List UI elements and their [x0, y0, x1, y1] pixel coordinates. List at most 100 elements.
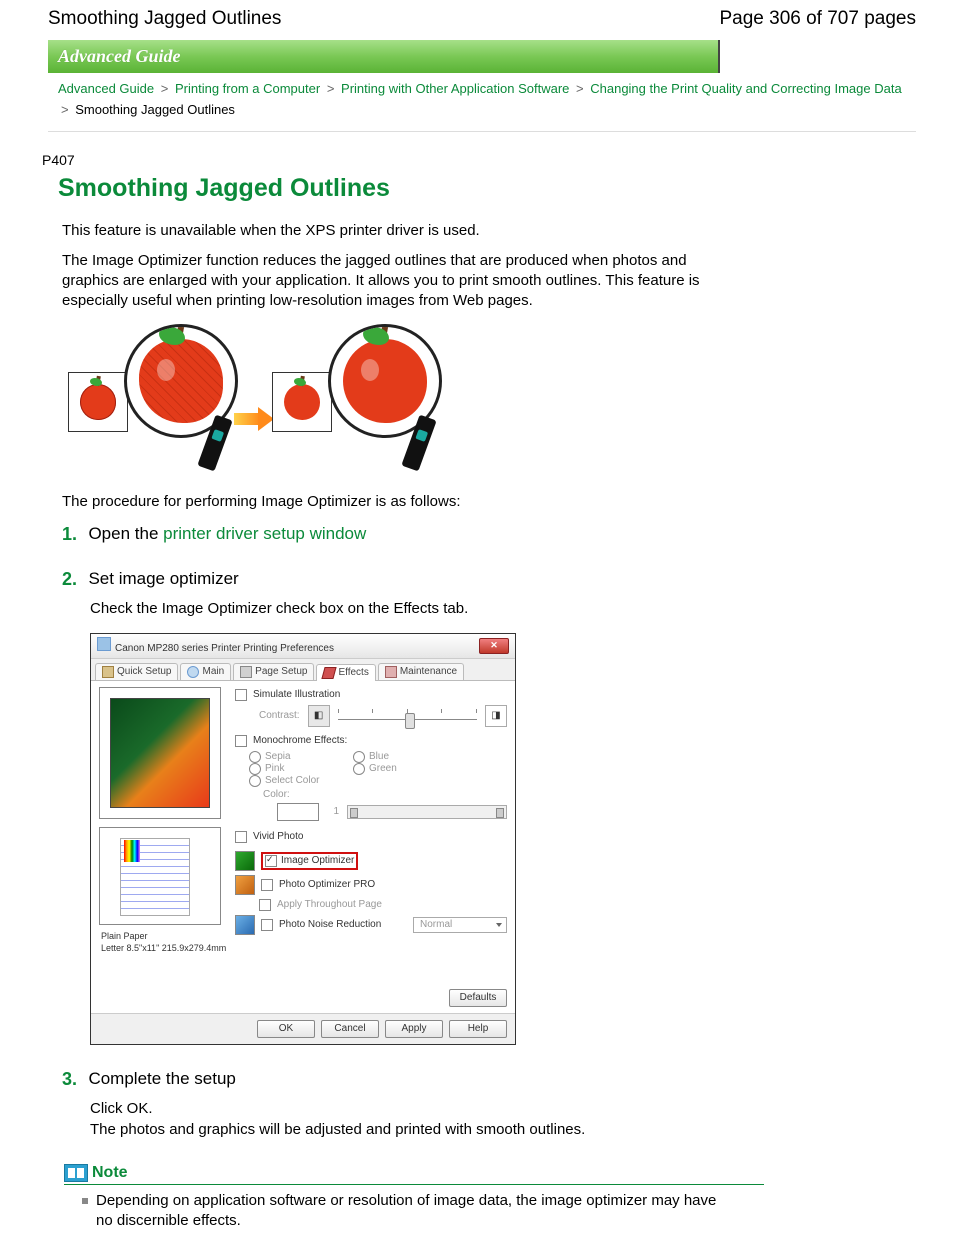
crumb-quality[interactable]: Changing the Print Quality and Correctin…	[590, 81, 901, 96]
tab-effects[interactable]: Effects	[316, 664, 375, 681]
crumb-current: Smoothing Jagged Outlines	[75, 102, 235, 117]
page-title: Smoothing Jagged Outlines	[58, 174, 916, 203]
tab-page-setup-label: Page Setup	[255, 666, 307, 678]
main-icon	[187, 666, 199, 678]
monochrome-effects-label: Monochrome Effects:	[253, 735, 347, 747]
tab-maintenance[interactable]: Maintenance	[378, 663, 464, 680]
tab-quick-setup-label: Quick Setup	[117, 666, 171, 678]
simulate-illustration-checkbox[interactable]	[235, 689, 247, 701]
image-optimizer-label: Image Optimizer	[281, 855, 354, 867]
tab-effects-label: Effects	[338, 667, 368, 679]
before-panel	[62, 324, 242, 474]
photo-optimizer-pro-label: Photo Optimizer PRO	[279, 879, 375, 891]
guide-banner: Advanced Guide	[48, 40, 720, 73]
step-3-number: 3.	[62, 1069, 84, 1090]
contrast-slider[interactable]	[338, 707, 477, 725]
color-label: Color:	[263, 789, 290, 800]
window-icon	[97, 637, 111, 651]
tab-bar: Quick Setup Main Page Setup Effects Main…	[91, 659, 515, 681]
pink-label: Pink	[265, 763, 284, 775]
crumb-advanced-guide[interactable]: Advanced Guide	[58, 81, 154, 96]
intro-paragraph-2: The Image Optimizer function reduces the…	[62, 251, 742, 312]
image-optimizer-icon	[235, 851, 255, 871]
intro-paragraph-1: This feature is unavailable when the XPS…	[62, 221, 742, 241]
page-setup-icon	[240, 666, 252, 678]
step-3-body-1: Click OK.	[90, 1098, 730, 1119]
color-swatch[interactable]	[277, 803, 319, 821]
tab-page-setup[interactable]: Page Setup	[233, 663, 314, 680]
preferences-dialog: Canon MP280 series Printer Printing Pref…	[90, 633, 516, 1045]
page-preview	[99, 827, 221, 925]
photo-noise-reduction-icon	[235, 915, 255, 935]
quick-setup-icon	[102, 666, 114, 678]
preview-image	[99, 687, 221, 819]
color-slider[interactable]	[347, 805, 507, 819]
image-optimizer-highlight: Image Optimizer	[261, 852, 358, 870]
procedures-intro: The procedure for performing Image Optim…	[62, 492, 742, 512]
tab-quick-setup[interactable]: Quick Setup	[95, 663, 178, 680]
effects-icon	[322, 667, 337, 679]
step-2: 2. Set image optimizer Check the Image O…	[62, 569, 916, 1045]
note-item: Depending on application software or res…	[82, 1191, 722, 1232]
crumb-sep: >	[327, 81, 335, 96]
cancel-button[interactable]: Cancel	[321, 1020, 379, 1038]
crumb-other-app[interactable]: Printing with Other Application Software	[341, 81, 569, 96]
step-3: 3. Complete the setup Click OK. The phot…	[62, 1069, 916, 1140]
photo-optimizer-pro-checkbox[interactable]	[261, 879, 273, 891]
tab-main-label: Main	[202, 666, 224, 678]
note-header: Note	[64, 1164, 764, 1185]
step-2-number: 2.	[62, 569, 84, 590]
defaults-button[interactable]: Defaults	[449, 989, 507, 1007]
doc-code: P407	[42, 152, 916, 168]
color-value: 1	[327, 806, 339, 818]
close-button[interactable]: ✕	[479, 638, 509, 654]
sepia-radio[interactable]	[249, 751, 261, 763]
note-title: Note	[92, 1164, 128, 1182]
tab-main[interactable]: Main	[180, 663, 231, 680]
apply-throughout-label: Apply Throughout Page	[277, 899, 382, 911]
crumb-printing-computer[interactable]: Printing from a Computer	[175, 81, 320, 96]
vivid-photo-checkbox[interactable]	[235, 831, 247, 843]
blue-radio[interactable]	[353, 751, 365, 763]
blue-label: Blue	[369, 751, 389, 763]
maintenance-icon	[385, 666, 397, 678]
noise-level-dropdown[interactable]: Normal	[413, 917, 507, 933]
step-1-number: 1.	[62, 524, 84, 545]
select-color-radio[interactable]	[249, 775, 261, 787]
contrast-low-icon: ◧	[308, 705, 330, 727]
photo-noise-reduction-checkbox[interactable]	[261, 919, 273, 931]
step-1: 1. Open the printer driver setup window	[62, 524, 916, 545]
printer-driver-setup-link[interactable]: printer driver setup window	[163, 524, 366, 543]
crumb-sep: >	[61, 102, 69, 117]
note-icon	[64, 1164, 88, 1182]
crumb-sep: >	[161, 81, 169, 96]
image-optimizer-checkbox[interactable]	[265, 855, 277, 867]
tab-maintenance-label: Maintenance	[400, 666, 457, 678]
simulate-illustration-label: Simulate Illustration	[253, 689, 340, 701]
step-1-text: Open the	[88, 524, 163, 543]
doc-header-title: Smoothing Jagged Outlines	[48, 8, 281, 30]
monochrome-effects-checkbox[interactable]	[235, 735, 247, 747]
crumb-sep: >	[576, 81, 584, 96]
ok-button[interactable]: OK	[257, 1020, 315, 1038]
step-2-body: Check the Image Optimizer check box on t…	[90, 598, 730, 619]
photo-noise-reduction-label: Photo Noise Reduction	[279, 919, 381, 931]
apply-button[interactable]: Apply	[385, 1020, 443, 1038]
help-button[interactable]: Help	[449, 1020, 507, 1038]
step-3-title: Complete the setup	[88, 1069, 235, 1088]
window-title: Canon MP280 series Printer Printing Pref…	[115, 643, 334, 654]
after-panel	[266, 324, 446, 474]
photo-optimizer-pro-icon	[235, 875, 255, 895]
sepia-label: Sepia	[265, 751, 291, 763]
pink-radio[interactable]	[249, 763, 261, 775]
media-type: Plain Paper	[101, 931, 227, 943]
step-3-body-2: The photos and graphics will be adjusted…	[90, 1119, 730, 1140]
vivid-photo-label: Vivid Photo	[253, 831, 303, 843]
apply-throughout-checkbox[interactable]	[259, 899, 271, 911]
breadcrumb: Advanced Guide > Printing from a Compute…	[48, 73, 916, 132]
contrast-high-icon: ◨	[485, 705, 507, 727]
green-radio[interactable]	[353, 763, 365, 775]
before-after-illustration	[62, 324, 902, 474]
green-label: Green	[369, 763, 397, 775]
media-size: Letter 8.5"x11" 215.9x279.4mm	[101, 943, 227, 955]
